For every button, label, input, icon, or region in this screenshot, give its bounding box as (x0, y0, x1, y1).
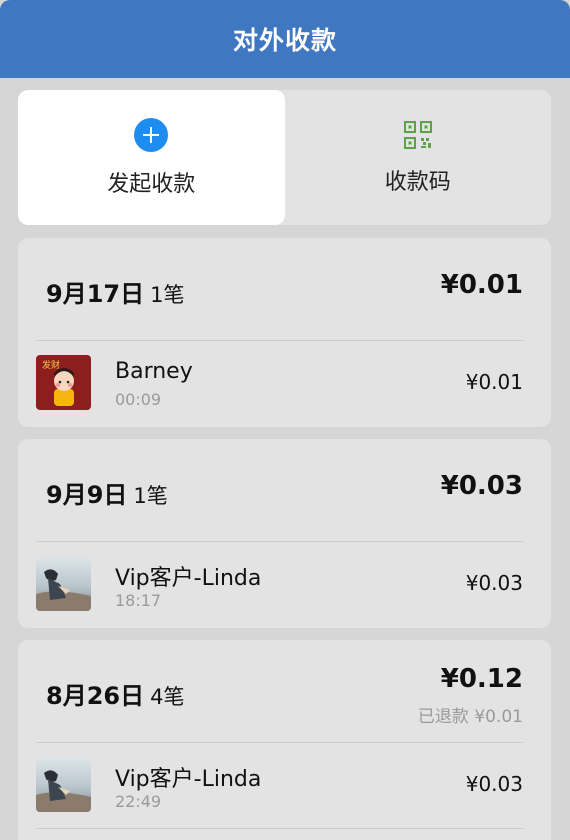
payment-time: 22:49 (115, 792, 162, 811)
date-text: 9月17日 (46, 280, 145, 308)
avatar (36, 757, 91, 812)
day-group-header[interactable]: 8月26日 4笔 ¥0.12 已退款 ¥0.01 (18, 640, 551, 742)
qr-code-label: 收款码 (384, 169, 451, 195)
qr-code-button[interactable]: 收款码 (285, 90, 552, 225)
payment-time: 18:17 (115, 591, 162, 610)
payer-name: Barney (115, 359, 193, 384)
group-total: ¥0.01 (440, 270, 523, 300)
payer-name: Vip客户-Linda (115, 566, 262, 591)
avatar (36, 556, 91, 611)
day-group-card: 8月26日 4笔 ¥0.12 已退款 ¥0.01 Vip客户-Linda 22:… (18, 640, 551, 840)
page-title: 对外收款 (232, 26, 337, 55)
group-date: 9月17日 1笔 (46, 274, 184, 309)
group-date: 8月26日 4笔 (46, 676, 184, 711)
day-group-header[interactable]: 9月9日 1笔 ¥0.03 (18, 439, 551, 541)
divider (36, 828, 523, 829)
svg-text:发财: 发财 (42, 359, 60, 371)
payment-amount: ¥0.01 (465, 370, 523, 394)
action-bar: 发起收款 收款码 (18, 90, 551, 225)
avatar: 发财 (36, 355, 91, 410)
transaction-row[interactable]: 发财 Barney 00:09 ¥0.01 (18, 340, 551, 426)
payment-amount: ¥0.03 (465, 772, 523, 796)
refund-note: 已退款 ¥0.01 (417, 707, 523, 727)
date-text: 8月26日 (46, 682, 145, 710)
group-total: ¥0.03 (440, 471, 523, 501)
day-group-card: 9月17日 1笔 ¥0.01 发财 Barney 00:09 ¥0.01 (18, 238, 551, 427)
payment-time: 00:09 (115, 390, 162, 409)
transaction-row[interactable]: Vip客户-Linda 18:17 ¥0.03 (18, 541, 551, 627)
day-group-header[interactable]: 9月17日 1笔 ¥0.01 (18, 238, 551, 340)
qr-code-icon (403, 120, 433, 150)
day-group-card: 9月9日 1笔 ¥0.03 Vip客户-Linda 18:17 ¥0.03 (18, 439, 551, 628)
date-text: 9月9日 (46, 481, 128, 509)
plus-circle-icon (134, 117, 169, 152)
group-total: ¥0.12 (440, 664, 523, 694)
payment-amount: ¥0.03 (465, 571, 523, 595)
start-payment-label: 发起收款 (107, 171, 196, 197)
transaction-count: 1笔 (133, 484, 168, 508)
transaction-count: 1笔 (150, 283, 185, 307)
transaction-row[interactable]: Vip客户-Linda 22:49 ¥0.03 (18, 742, 551, 828)
title-bar: 对外收款 (0, 0, 570, 78)
start-payment-button[interactable]: 发起收款 (18, 90, 285, 225)
payer-name: Vip客户-Linda (115, 767, 262, 792)
transaction-count: 4笔 (150, 685, 185, 709)
group-date: 9月9日 1笔 (46, 475, 168, 510)
